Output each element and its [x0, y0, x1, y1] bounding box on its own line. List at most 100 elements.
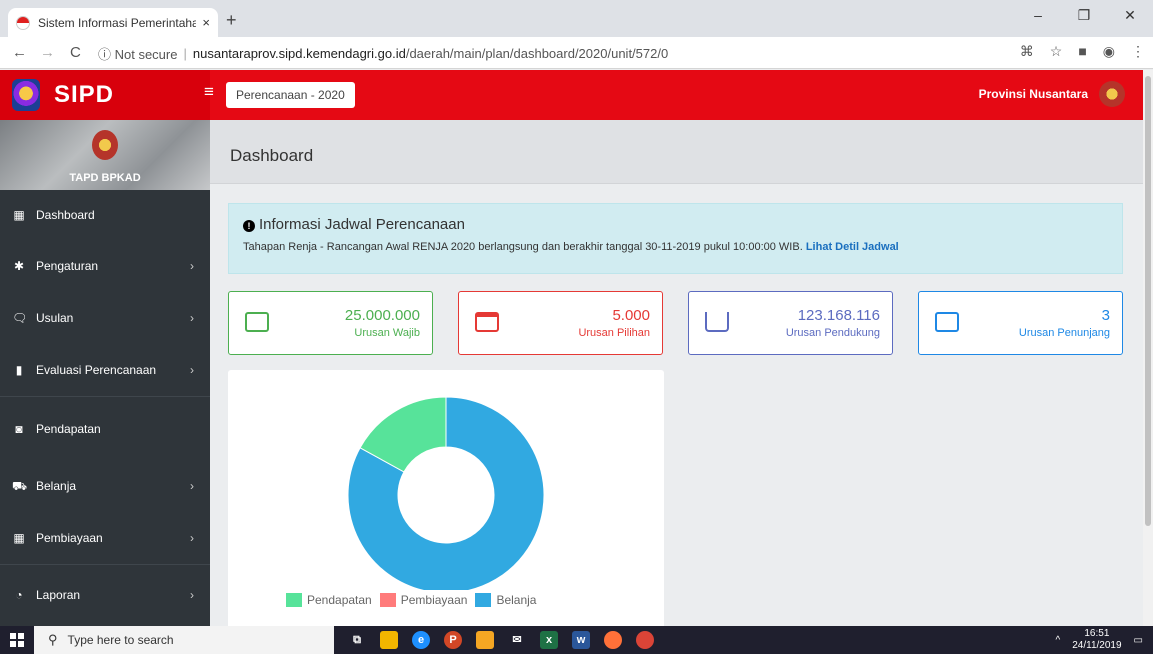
mail-icon[interactable]: ✉ [508, 631, 526, 649]
clock-date: 24/11/2019 [1072, 640, 1122, 651]
notification-icon[interactable]: ▭ [1134, 635, 1143, 646]
summary-cards: 25.000.000 Urusan Wajib 5.000 Urusan Pil… [228, 291, 1123, 355]
firefox-icon[interactable] [604, 631, 622, 649]
task-view-icon[interactable]: ⧉ [348, 631, 366, 649]
favicon-icon [16, 15, 30, 30]
sidebar-item-pengaturan[interactable]: ✱ Pengaturan › [0, 240, 210, 292]
not-secure-label[interactable]: ⓘ Not secure [98, 44, 177, 63]
dashboard-icon: ▦ [13, 208, 25, 222]
credit-card-icon [475, 312, 499, 332]
tab-title: Sistem Informasi Pemerintahan D [38, 15, 197, 30]
chart-card: Pendapatan Pembiayaan Belanja [228, 370, 664, 626]
legend-swatch [379, 593, 396, 607]
card-urusan-pilihan[interactable]: 5.000 Urusan Pilihan [458, 291, 663, 355]
chevron-right-icon: › [190, 259, 194, 273]
sidebar-item-pembiayaan[interactable]: ▦ Pembiayaan › [0, 512, 210, 564]
clock[interactable]: 16:51 24/11/2019 [1072, 628, 1121, 652]
menu-dots-icon[interactable]: ⋮ [1131, 43, 1145, 60]
card-urusan-wajib[interactable]: 25.000.000 Urusan Wajib [228, 291, 433, 355]
clock-time: 16:51 [1084, 628, 1110, 639]
sidebar-item-dashboard[interactable]: ▦ Dashboard [0, 190, 210, 240]
maximize-button[interactable]: ❐ [1061, 0, 1107, 30]
translate-icon[interactable]: ⌘ [1020, 43, 1034, 60]
alert-body: Tahapan Renja - Rancangan Awal RENJA 202… [243, 241, 1108, 253]
back-button[interactable]: ← [12, 44, 27, 61]
legend-label: Pendapatan [307, 593, 372, 607]
card-urusan-penunjang[interactable]: 3 Urusan Penunjang [918, 291, 1123, 355]
user-avatar[interactable] [1099, 81, 1125, 107]
app-header: SIPD ≡ Perencanaan - 2020 Provinsi Nusan… [0, 70, 1143, 120]
tab-close-icon[interactable]: × [202, 15, 210, 30]
calculator-icon: ▦ [13, 531, 25, 545]
card-urusan-pendukung[interactable]: 123.168.116 Urusan Pendukung [688, 291, 893, 355]
province-name[interactable]: Provinsi Nusantara [979, 87, 1088, 101]
card-label: Urusan Wajib [354, 327, 420, 339]
donut-chart[interactable] [228, 370, 664, 594]
gear-icon: ✱ [13, 259, 25, 273]
brand[interactable]: SIPD [0, 70, 210, 120]
taskbar-search[interactable]: ⚲ Type here to search [34, 626, 334, 654]
hamburger-menu-icon[interactable]: ≡ [204, 82, 214, 102]
period-button[interactable]: Perencanaan - 2020 [226, 82, 355, 108]
extension-icon[interactable]: ■ [1078, 43, 1086, 60]
pie-chart-icon: ◔ [15, 587, 23, 602]
legend-label: Pembiayaan [400, 593, 468, 607]
new-tab-button[interactable]: + [226, 10, 237, 31]
profile-avatar [92, 130, 118, 160]
excel-icon[interactable]: x [540, 631, 558, 649]
profile-icon[interactable]: ◉ [1103, 43, 1115, 60]
chart-legend: Pendapatan Pembiayaan Belanja [286, 593, 540, 607]
legend-label: Belanja [496, 593, 537, 607]
sidebar-menu: ▦ Dashboard ✱ Pengaturan › 🗨 Usulan › ▮ … [0, 190, 210, 624]
edge-icon[interactable]: e [412, 631, 430, 649]
forward-button[interactable]: → [40, 44, 55, 61]
info-icon: ! [243, 220, 255, 232]
taskbar-apps: ⧉ e P ✉ x w [348, 631, 654, 649]
minimize-button[interactable]: – [1015, 0, 1061, 30]
bookmark-star-icon[interactable]: ☆ [1050, 43, 1063, 60]
alert-body-text: Tahapan Renja - Rancangan Awal RENJA 202… [243, 241, 803, 253]
windows-start-icon[interactable] [10, 633, 24, 647]
file-explorer-icon[interactable] [380, 631, 398, 649]
legend-item-pembiayaan[interactable]: Pembiayaan [379, 593, 468, 607]
card-label: Urusan Pilihan [578, 327, 650, 339]
page-scrollbar[interactable] [1143, 70, 1153, 626]
chevron-right-icon: › [190, 363, 194, 377]
sidebar-item-usulan[interactable]: 🗨 Usulan › [0, 292, 210, 344]
sidebar-item-label: Pembiayaan [36, 531, 103, 545]
store-icon[interactable] [476, 631, 494, 649]
schedule-alert: ! Informasi Jadwal Perencanaan Tahapan Re… [228, 203, 1123, 274]
chrome-icon[interactable] [636, 631, 654, 649]
sidebar-item-label: Evaluasi Perencanaan [36, 363, 157, 377]
comment-icon: 🗨 [12, 311, 28, 325]
bookmark-icon: ▮ [15, 363, 23, 377]
tray-chevron-icon[interactable]: ^ [1056, 635, 1061, 646]
browser-tab[interactable]: Sistem Informasi Pemerintahan D × [8, 8, 218, 37]
card-label: Urusan Pendukung [785, 327, 880, 339]
word-icon[interactable]: w [572, 631, 590, 649]
legend-swatch [475, 593, 492, 607]
sidebar-item-pendapatan[interactable]: ◙ Pendapatan [0, 396, 210, 460]
card-value: 25.000.000 [344, 307, 420, 324]
reload-button[interactable]: C [70, 44, 81, 61]
sidebar-item-evaluasi[interactable]: ▮ Evaluasi Perencanaan › [0, 344, 210, 396]
search-icon: ⚲ [48, 632, 58, 647]
powerpoint-icon[interactable]: P [444, 631, 462, 649]
url-field[interactable]: ⓘ Not secure | nusantaraprov.sipd.kemend… [98, 41, 998, 65]
message-icon [935, 312, 959, 332]
card-label: Urusan Penunjang [1018, 327, 1110, 339]
sidebar-item-laporan[interactable]: ◔ Laporan › [0, 564, 210, 624]
schedule-detail-link[interactable]: Lihat Detil Jadwal [806, 241, 899, 253]
page-title: Dashboard [210, 120, 1143, 184]
address-bar: ← → C ⓘ Not secure | nusantaraprov.sipd.… [0, 37, 1153, 69]
sidebar-item-belanja[interactable]: ⛟ Belanja › [0, 460, 210, 512]
legend-item-belanja[interactable]: Belanja [475, 593, 536, 607]
close-window-button[interactable]: ✕ [1107, 0, 1153, 30]
sidebar-item-label: Pengaturan [36, 259, 99, 273]
legend-item-pendapatan[interactable]: Pendapatan [286, 593, 372, 607]
cart-icon: ⛟ [12, 479, 28, 493]
sidebar-item-label: Dashboard [36, 208, 95, 222]
url-separator: | [183, 45, 187, 61]
scrollbar-thumb[interactable] [1145, 76, 1151, 526]
chevron-right-icon: › [190, 311, 194, 325]
